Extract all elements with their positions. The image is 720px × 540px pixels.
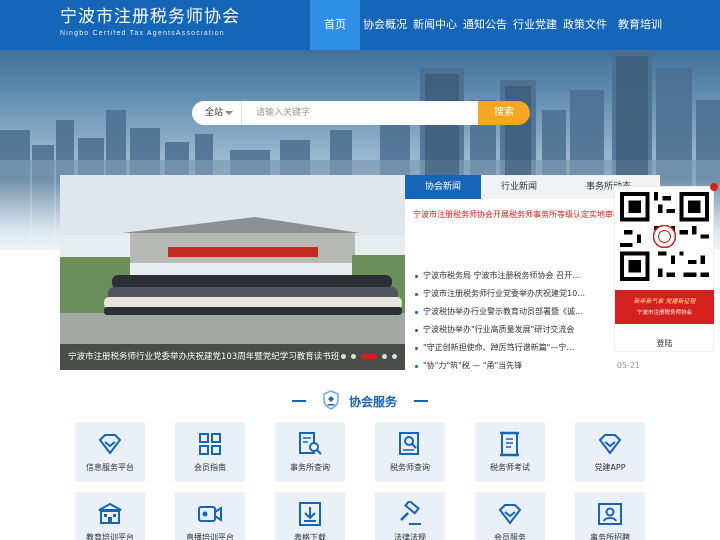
service-party-app[interactable]: 党建APP (575, 422, 645, 482)
service-tax-agent-exam[interactable]: 税务师考试 (475, 422, 545, 482)
bullet-icon (415, 347, 418, 350)
nav-home[interactable]: 首页 (310, 0, 360, 50)
service-member-services[interactable]: 会员服务 (475, 492, 545, 540)
heading-divider (292, 400, 306, 402)
qr-float-panel: 新年新气象 党建新征程 宁波市注册税务师协会 登陆 (614, 183, 718, 352)
tab-industry-news[interactable]: 行业新闻 (481, 175, 557, 199)
bullet-icon (415, 329, 418, 332)
slider-caption[interactable]: 宁波市注册税务师行业党委举办庆祝建党103周年暨党纪学习教育读书班 (68, 344, 339, 370)
service-tax-agent-query[interactable]: 税务师查询 (375, 422, 445, 482)
bullet-icon (415, 365, 418, 368)
nav-education[interactable]: 教育培训 (610, 0, 670, 50)
tab-association-news[interactable]: 协会新闻 (405, 175, 481, 199)
services-heading: 协会服务 (0, 390, 720, 410)
news-slider[interactable]: 宁波市注册税务师行业党委举办庆祝建党103周年暨党纪学习教育读书班 (60, 175, 405, 370)
nav-policy[interactable]: 政策文件 (560, 0, 610, 50)
building-icon (98, 502, 122, 524)
bullet-icon (415, 311, 418, 314)
slider-dot-active[interactable] (361, 354, 377, 359)
logo-chinese-name: 宁波市注册税务师协会 (60, 7, 240, 27)
service-firm-recruitment[interactable]: 事务所招聘 (575, 492, 645, 540)
main-nav: 首页 协会概况 新闻中心 通知公告 行业党建 政策文件 教育培训 (310, 0, 670, 50)
news-item[interactable]: "协"力"筑"税 — "甬"当先锋 05-21 (415, 357, 655, 375)
gavel-icon (400, 501, 421, 525)
nav-about[interactable]: 协会概况 (360, 0, 410, 50)
slider-dot[interactable] (382, 354, 387, 359)
nav-news-center[interactable]: 新闻中心 (410, 0, 460, 50)
video-icon (198, 506, 222, 522)
service-firm-query[interactable]: 事务所查询 (275, 422, 345, 482)
slider-dot[interactable] (341, 354, 346, 359)
heading-divider (414, 400, 428, 402)
heart-diamond-icon (598, 434, 622, 455)
group-photo-image (60, 175, 405, 370)
document-search-icon (299, 432, 322, 455)
service-form-download[interactable]: 表格下载 (275, 492, 345, 540)
service-education-platform[interactable]: 教育培训平台 (75, 492, 145, 540)
chevron-down-icon (225, 111, 233, 115)
heart-diamond-icon (98, 434, 122, 455)
service-live-training[interactable]: 直播培训平台 (175, 492, 245, 540)
site-logo[interactable]: 宁波市注册税务师协会 Ningbo Certifed Tax AgentsAss… (60, 6, 240, 40)
shield-icon (322, 390, 340, 414)
bullet-icon (415, 293, 418, 296)
search-button[interactable]: 搜索 (478, 101, 530, 125)
grid-icon (199, 433, 221, 455)
slider-dots (336, 354, 397, 359)
site-header: 宁波市注册税务师协会 Ningbo Certifed Tax AgentsAss… (0, 0, 720, 50)
logo-english-name: Ningbo Certifed Tax AgentsAssociation (60, 30, 225, 37)
login-link[interactable]: 登陆 (615, 338, 714, 349)
person-search-icon (399, 432, 419, 455)
search-scope-label: 全站 (205, 108, 224, 118)
nav-notices[interactable]: 通知公告 (460, 0, 510, 50)
scroll-icon (500, 431, 519, 457)
search-bar: 全站 搜索 (192, 101, 530, 125)
id-card-icon (598, 503, 622, 525)
nav-party-building[interactable]: 行业党建 (510, 0, 560, 50)
service-member-guide[interactable]: 会员指南 (175, 422, 245, 482)
search-input[interactable] (242, 101, 478, 125)
qr-code-image (620, 192, 709, 281)
slider-dot[interactable] (351, 354, 356, 359)
service-laws[interactable]: 法律法规 (375, 492, 445, 540)
slider-caption-bar: 宁波市注册税务师行业党委举办庆祝建党103周年暨党纪学习教育读书班 (60, 344, 405, 370)
heart-diamond-icon (498, 504, 522, 525)
services-title: 协会服务 (349, 395, 398, 409)
search-scope-select[interactable]: 全站 (192, 101, 242, 125)
download-icon (299, 502, 321, 526)
bullet-icon (415, 275, 418, 278)
party-promo-banner[interactable]: 新年新气象 党建新征程 宁波市注册税务师协会 (615, 290, 714, 324)
slider-dot[interactable] (392, 354, 397, 359)
close-icon[interactable] (710, 183, 718, 191)
service-info-platform[interactable]: 信息服务平台 (75, 422, 145, 482)
